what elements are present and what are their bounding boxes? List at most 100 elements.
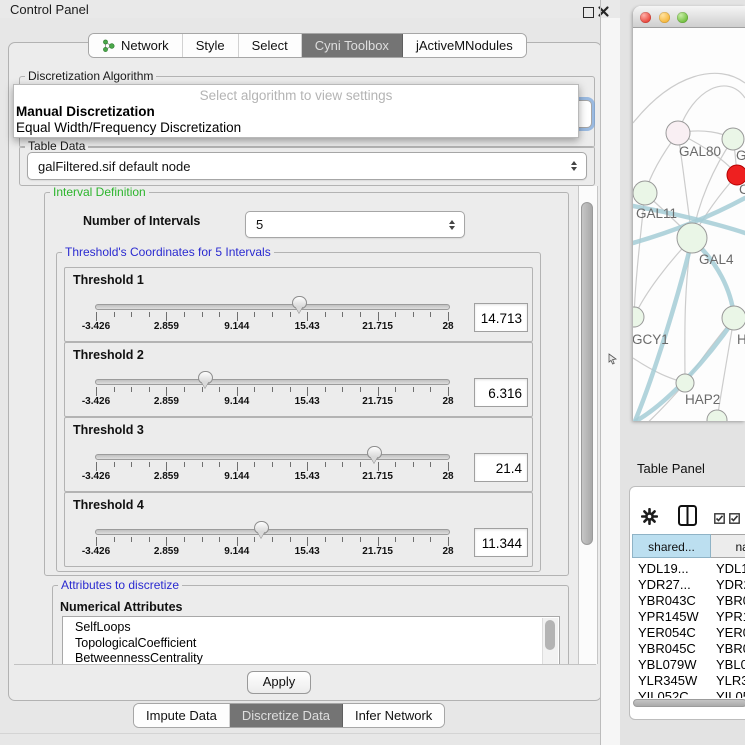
table-row[interactable]: YDR27...YDR27... — [632, 577, 745, 593]
numerical-attributes-label: Numerical Attributes — [60, 600, 182, 614]
network-node-GAL11[interactable] — [633, 181, 657, 205]
threshold-2-slider-track[interactable] — [95, 379, 450, 385]
threshold-2-value-field[interactable]: 6.316 — [474, 378, 528, 407]
table-row[interactable]: YBR043CYBR043C — [632, 593, 745, 609]
tick-label: 15.43 — [295, 396, 320, 407]
tab-style[interactable]: Style — [183, 34, 239, 57]
cell-name: YBR043C — [716, 593, 745, 608]
popup-item-manual-discretization[interactable]: Manual Discretization — [16, 104, 576, 120]
settings-scrollbar-thumb[interactable] — [581, 202, 593, 545]
table-row[interactable]: YDL19...YDL19... — [632, 561, 745, 577]
network-node-node[interactable] — [707, 410, 727, 421]
attributes-scrollbar-thumb[interactable] — [545, 620, 555, 650]
close-icon[interactable] — [597, 5, 610, 18]
network-node-label: H — [737, 332, 745, 347]
numerical-attributes-list[interactable]: SelfLoops TopologicalCoefficientBetweenne… — [62, 616, 560, 664]
close-traffic-light-icon[interactable] — [640, 12, 651, 23]
column-header-shared-name[interactable]: shared... — [632, 534, 711, 558]
table-row[interactable]: YPR145WYPR145W — [632, 609, 745, 625]
interval-definition-title: Interval Definition — [50, 186, 149, 199]
window-title: Control Panel — [10, 2, 89, 17]
network-node-GAL4[interactable] — [677, 223, 707, 253]
network-workspace: GAL80GACGAL11GAL4GCY1HHAP2 — [620, 0, 745, 450]
popup-item-equal-width-frequency[interactable]: Equal Width/Frequency Discretization — [16, 120, 576, 136]
threshold-1-slider-thumb[interactable] — [292, 296, 307, 309]
network-node-H[interactable] — [722, 306, 745, 330]
table-row[interactable]: YER054CYER054C — [632, 625, 745, 641]
tick-label: 15.43 — [295, 546, 320, 557]
combobox-arrows-icon — [449, 220, 455, 230]
tab-jactivemnodules[interactable]: jActiveMNodules — [403, 34, 526, 57]
threshold-3-slider-thumb[interactable] — [367, 446, 382, 459]
tab-cyni-toolbox[interactable]: Cyni Toolbox — [302, 34, 403, 57]
threshold-3-slider-track[interactable] — [95, 454, 450, 460]
cell-shared-name: YBR045C — [638, 641, 696, 656]
network-canvas[interactable]: GAL80GACGAL11GAL4GCY1HHAP2 — [633, 28, 745, 421]
table-row[interactable]: YBL079WYBL079W — [632, 657, 745, 673]
tick-label: 28 — [442, 321, 453, 332]
split-columns-icon[interactable] — [678, 505, 697, 531]
tick-label: 2.859 — [154, 546, 179, 557]
tab-label: Infer Network — [355, 708, 432, 723]
tick-label: 2.859 — [154, 321, 179, 332]
threshold-1-value-field[interactable]: 14.713 — [474, 303, 528, 332]
tick-label: 28 — [442, 396, 453, 407]
table-header-row: shared...name — [632, 534, 745, 558]
tick-label: 28 — [442, 546, 453, 557]
checkbox-checked-icon[interactable] — [729, 511, 740, 529]
number-of-intervals-combobox[interactable]: 5 — [245, 211, 465, 238]
tab-infer-network[interactable]: Infer Network — [343, 704, 444, 727]
tab-impute-data[interactable]: Impute Data — [134, 704, 230, 727]
attribute-item-selfloops[interactable]: SelfLoops — [75, 620, 131, 634]
table-data-combobox[interactable]: galFiltered.sif default node — [27, 152, 587, 180]
threshold-4-value-field[interactable]: 11.344 — [474, 528, 528, 557]
gear-icon[interactable] — [641, 508, 658, 530]
table-row[interactable]: YBR045CYBR045C — [632, 641, 745, 657]
tick-label: 21.715 — [362, 396, 393, 407]
apply-button[interactable]: Apply — [247, 671, 311, 694]
table-row[interactable]: YIL052CYIL052C — [632, 689, 745, 698]
tick-label: 9.144 — [224, 546, 249, 557]
cyni-mode-tabs: Impute DataDiscretize Data Infer Network — [133, 703, 445, 728]
split-pane-divider[interactable] — [601, 18, 620, 745]
tick-label: -3.426 — [82, 546, 110, 557]
tab-network[interactable]: Network — [89, 34, 183, 57]
network-node-HAP2[interactable] — [676, 374, 694, 392]
network-node-label: GCY1 — [633, 332, 669, 347]
network-node-GAL2[interactable] — [722, 128, 744, 150]
attribute-item-topologicalcoefficient[interactable]: TopologicalCoefficient — [75, 636, 196, 650]
network-node-label: GAL80 — [679, 144, 721, 159]
attributes-list-scrollbar[interactable] — [542, 618, 558, 664]
mouse-cursor — [608, 352, 618, 370]
threshold-2-slider-thumb[interactable] — [198, 371, 213, 384]
table-horizontal-scrollbar-thumb[interactable] — [633, 699, 745, 707]
table-row[interactable]: YLR345WYLR345W — [632, 673, 745, 689]
combobox-arrows-icon — [571, 161, 577, 171]
tab-select[interactable]: Select — [239, 34, 302, 57]
tab-discretize-data[interactable]: Discretize Data — [230, 704, 343, 727]
tick-label: 21.715 — [362, 321, 393, 332]
threshold-3-value-field[interactable]: 21.4 — [474, 453, 528, 482]
threshold-1-slider-track[interactable] — [95, 304, 450, 310]
threshold-4-slider-track[interactable] — [95, 529, 450, 535]
table-panel-title: Table Panel — [637, 461, 705, 476]
tab-label: Style — [196, 38, 225, 53]
network-edge-thick — [635, 240, 692, 421]
zoom-traffic-light-icon[interactable] — [677, 12, 688, 23]
network-window-titlebar[interactable] — [633, 6, 745, 28]
column-header-name[interactable]: name — [711, 534, 745, 558]
network-node-GAL80[interactable] — [666, 121, 690, 145]
cell-name: YER054C — [716, 625, 745, 640]
network-node-GCY1[interactable] — [633, 307, 644, 327]
popup-placeholder-item[interactable]: Select algorithm to view settings — [14, 88, 578, 103]
float-window-icon[interactable] — [583, 7, 594, 18]
tick-label: 15.43 — [295, 321, 320, 332]
attribute-item-betweennesscentrality[interactable]: BetweennessCentrality — [75, 651, 203, 664]
minimize-traffic-light-icon[interactable] — [659, 12, 670, 23]
settings-scrollbar[interactable] — [578, 186, 598, 664]
tick-label: 9.144 — [224, 471, 249, 482]
number-of-intervals-value: 5 — [246, 217, 464, 232]
cell-shared-name: YLR345W — [638, 673, 697, 688]
checkbox-checked-icon[interactable] — [714, 511, 725, 529]
threshold-4-slider-thumb[interactable] — [254, 521, 269, 534]
